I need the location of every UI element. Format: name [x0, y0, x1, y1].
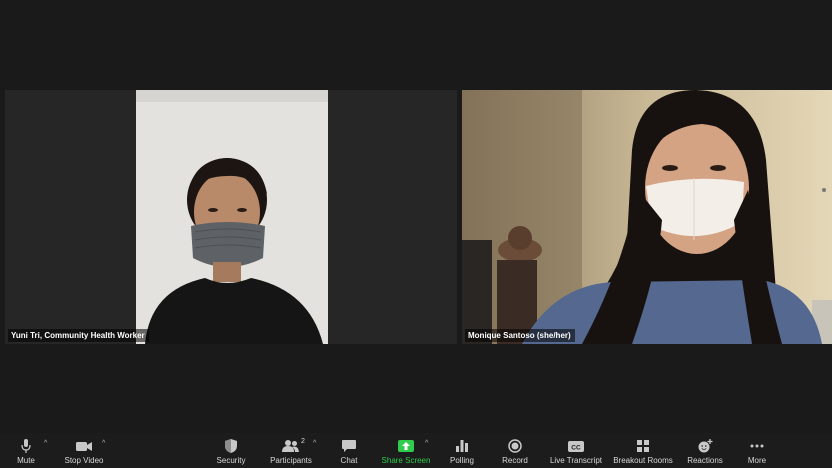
video-tile-yuni[interactable]: Yuni Tri, Community Health Worker [5, 90, 457, 344]
participants-label: Participants [270, 456, 312, 465]
chat-label: Chat [340, 456, 358, 465]
bar-chart-icon [456, 438, 468, 454]
live-transcript-label: Live Transcript [549, 456, 603, 465]
more-label: More [747, 456, 767, 465]
security-label: Security [216, 456, 246, 465]
participant-count-badge: 2 [301, 438, 305, 445]
mute-label: Mute [17, 456, 35, 465]
cc-icon: CC [568, 438, 584, 454]
reactions-label: Reactions [687, 456, 723, 465]
svg-text:CC: CC [571, 444, 581, 451]
video-camera-icon [76, 438, 92, 454]
participant-name-label: Monique Santoso (she/her) [465, 329, 575, 342]
share-screen-label: Share Screen [381, 456, 431, 465]
audio-options-caret[interactable]: ^ [44, 440, 47, 447]
share-options-caret[interactable]: ^ [425, 440, 428, 447]
participant-name-label: Yuni Tri, Community Health Worker [8, 329, 149, 342]
polling-label: Polling [449, 456, 474, 465]
share-screen-button[interactable]: Share Screen [378, 433, 434, 468]
participant-video-monique [462, 90, 832, 344]
breakout-rooms-button[interactable]: Breakout Rooms [612, 433, 674, 468]
record-button[interactable]: Record [500, 433, 530, 468]
meeting-toolbar: Mute ^ Stop Video ^ Security Participant… [0, 433, 832, 468]
stop-video-label: Stop Video [64, 456, 104, 465]
grid-icon [637, 438, 649, 454]
mute-button[interactable]: Mute [10, 433, 42, 468]
security-button[interactable]: Security [212, 433, 250, 468]
chat-bubble-icon [342, 438, 356, 454]
emoji-plus-icon [698, 438, 713, 454]
record-icon [508, 438, 522, 454]
people-icon [282, 438, 300, 454]
participant-video-yuni [5, 90, 457, 344]
participants-button[interactable]: Participants [266, 433, 316, 468]
reactions-button[interactable]: Reactions [684, 433, 726, 468]
polling-button[interactable]: Polling [446, 433, 478, 468]
video-options-caret[interactable]: ^ [102, 440, 105, 447]
participants-options-caret[interactable]: ^ [313, 440, 316, 447]
microphone-icon [20, 438, 32, 454]
chat-button[interactable]: Chat [336, 433, 362, 468]
stop-video-button[interactable]: Stop Video [62, 433, 106, 468]
breakout-rooms-label: Breakout Rooms [613, 456, 673, 465]
shield-icon [225, 438, 237, 454]
ellipsis-icon [750, 438, 764, 454]
live-transcript-button[interactable]: CC Live Transcript [546, 433, 606, 468]
share-arrow-icon [398, 438, 414, 454]
more-button[interactable]: More [742, 433, 772, 468]
video-tile-monique[interactable]: Monique Santoso (she/her) [462, 90, 832, 344]
record-label: Record [502, 456, 528, 465]
